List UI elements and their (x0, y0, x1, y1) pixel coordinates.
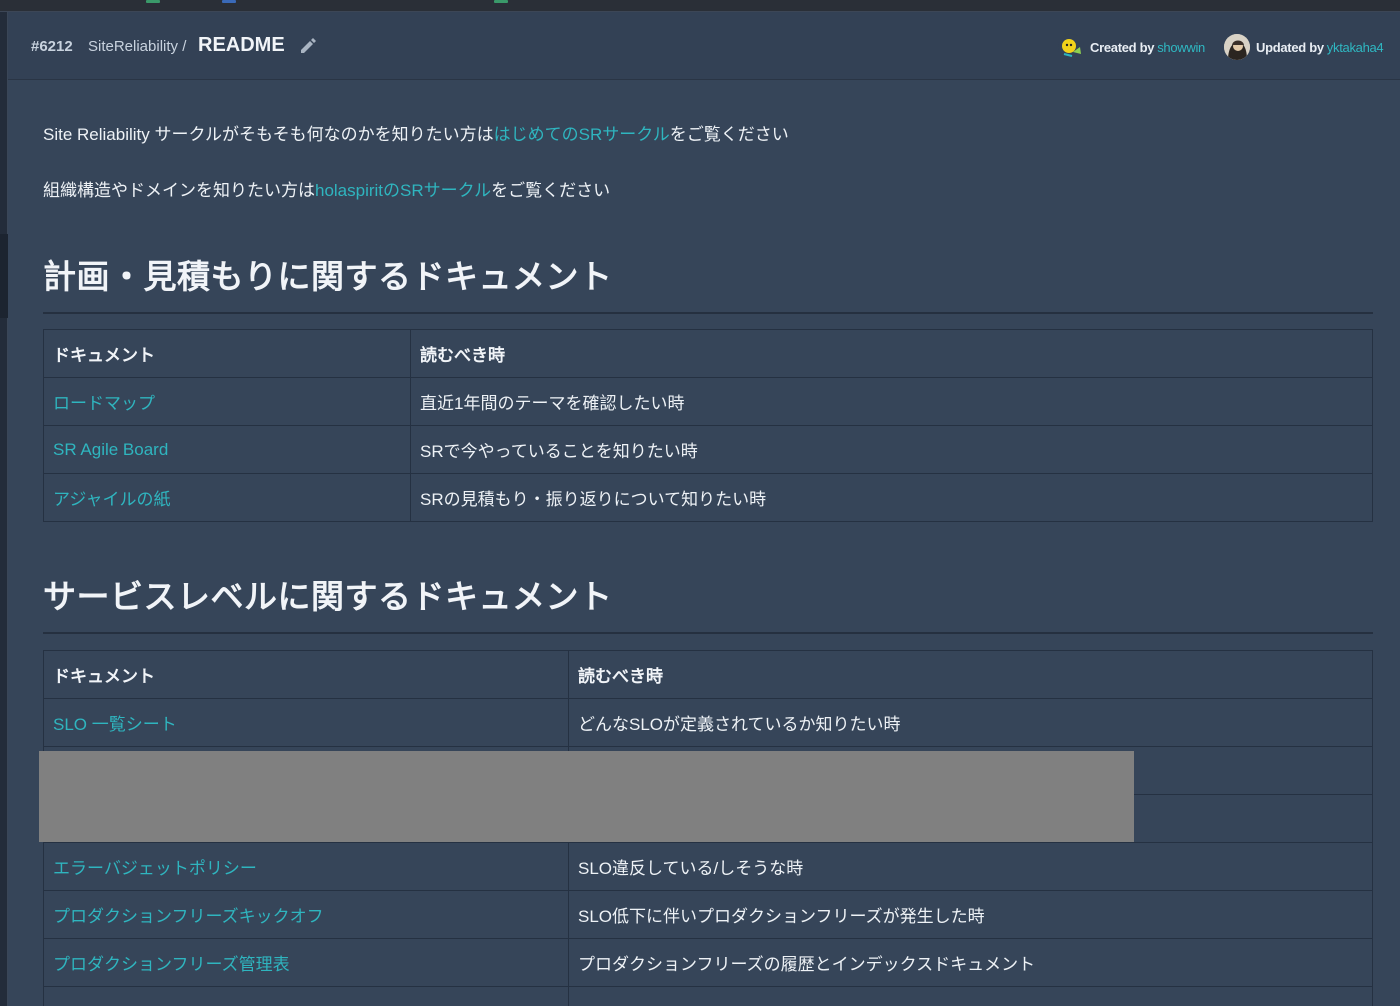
table-row: アジャイルの紙 SRの見積もり・振り返りについて知りたい時 (43, 473, 1373, 522)
when-cell: 直近1年間のテーマを確認したい時 (410, 377, 1373, 426)
updated-by: Updated by yktakaha4 (1224, 34, 1384, 60)
top-toolbar-strip (0, 0, 1400, 12)
when-cell: SLO違反している/しそうな時 (568, 842, 1373, 891)
holaspirit-sr-circle-link[interactable]: holaspiritのSRサークル (315, 181, 491, 200)
table-row: プロダクションフリーズキックオフ SLO低下に伴いプロダクションフリーズが発生し… (43, 890, 1373, 939)
toolbar-icon[interactable] (494, 0, 508, 3)
when-cell: プロダクションフリーズの履歴とインデックスドキュメント (568, 938, 1373, 987)
column-header-document: ドキュメント (43, 650, 569, 699)
updater-avatar-icon[interactable] (1224, 34, 1250, 60)
when-cell: SRで今やっていることを知りたい時 (410, 425, 1373, 474)
doc-link[interactable]: ロードマップ (53, 394, 155, 413)
doc-link[interactable]: SLO 一覧シート (53, 715, 177, 734)
table-row: ロードマップ 直近1年間のテーマを確認したい時 (43, 377, 1373, 426)
updated-by-label: Updated by (1256, 39, 1324, 55)
doc-link[interactable]: アジャイルの紙 (53, 490, 170, 509)
table-header-row: ドキュメント 読むべき時 (43, 329, 1373, 378)
section-heading-service-level: サービスレベルに関するドキュメント (43, 570, 1373, 634)
redaction-overlay (39, 751, 1134, 842)
creator-username[interactable]: showwin (1157, 40, 1205, 55)
doc-link[interactable]: SR Agile Board (53, 440, 168, 459)
post-header: #6212 SiteReliability / README Created b… (8, 12, 1400, 80)
when-cell: どんなSLOが定義されているか知りたい時 (568, 698, 1373, 747)
column-header-document: ドキュメント (43, 329, 411, 378)
created-by-label: Created by (1090, 39, 1155, 55)
table-row: プロダクションフリーズ管理表 プロダクションフリーズの履歴とインデックスドキュメ… (43, 938, 1373, 987)
doc-link[interactable]: プロダクションフリーズキックオフ (53, 907, 324, 926)
edit-pencil-icon[interactable] (298, 36, 318, 56)
when-cell: SRの見積もり・振り返りについて知りたい時 (410, 473, 1373, 522)
table-row: SR Agile Board SRで今やっていることを知りたい時 (43, 425, 1373, 474)
created-by: Created by showwin (1058, 34, 1205, 60)
toolbar-icon[interactable] (222, 0, 236, 3)
doc-link[interactable]: プロダクションフリーズ管理表 (53, 955, 290, 974)
post-view: #6212 SiteReliability / README Created b… (8, 12, 1400, 1006)
doc-link[interactable]: エラーバジェットポリシー (53, 859, 257, 878)
section-heading-planning: 計画・見積もりに関するドキュメント (43, 250, 1373, 314)
left-sidebar-rail (0, 12, 8, 1006)
post-number: #6212 (31, 38, 73, 55)
first-sr-circle-link[interactable]: はじめてのSRサークル (494, 125, 670, 144)
toolbar-icon[interactable] (146, 0, 160, 3)
updater-username[interactable]: yktakaha4 (1327, 40, 1384, 55)
column-header-when: 読むべき時 (410, 329, 1373, 378)
table-row (43, 986, 1373, 1006)
table-row: SLO 一覧シート どんなSLOが定義されているか知りたい時 (43, 698, 1373, 747)
sidebar-toggle[interactable] (0, 234, 8, 318)
planning-docs-table: ドキュメント 読むべき時 ロードマップ 直近1年間のテーマを確認したい時 SR … (43, 329, 1373, 522)
category-breadcrumb[interactable]: SiteReliability / (88, 38, 186, 55)
intro-paragraph-1: Site Reliability サークルがそもそも何なのかを知りたい方ははじめ… (43, 125, 789, 144)
column-header-when: 読むべき時 (568, 650, 1373, 699)
intro-paragraph-2: 組織構造やドメインを知りたい方はholaspiritのSRサークルをご覧ください (43, 181, 611, 200)
creator-avatar-icon[interactable] (1058, 34, 1084, 60)
page-title: README (198, 34, 285, 56)
when-cell: SLO低下に伴いプロダクションフリーズが発生した時 (568, 890, 1373, 939)
table-row: エラーバジェットポリシー SLO違反している/しそうな時 (43, 842, 1373, 891)
when-cell (568, 986, 1373, 1006)
table-header-row: ドキュメント 読むべき時 (43, 650, 1373, 699)
